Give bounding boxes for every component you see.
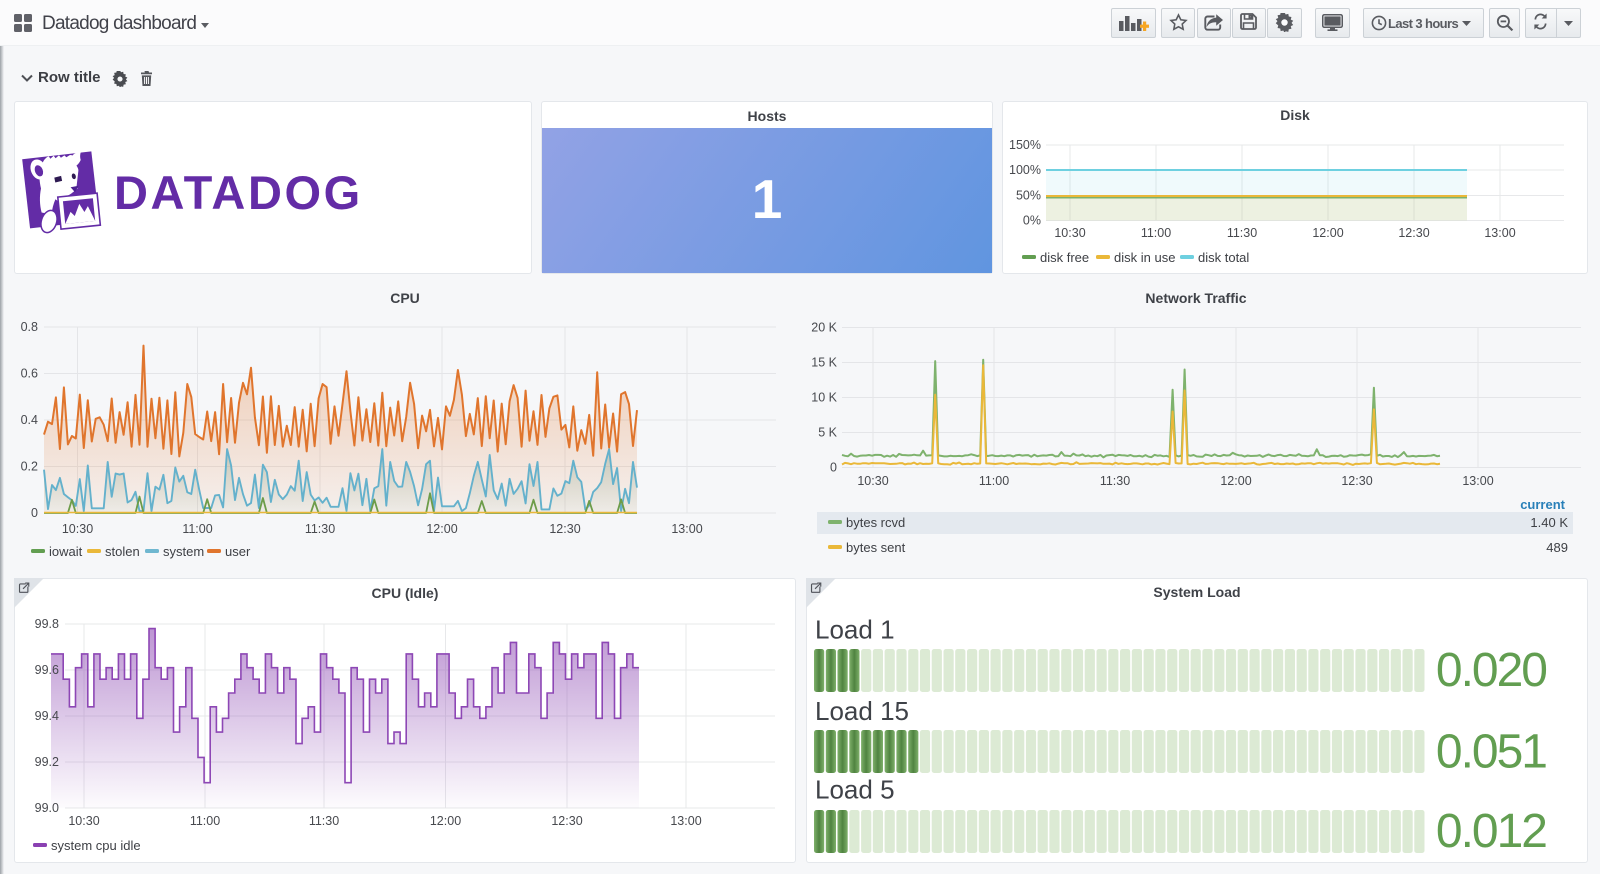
svg-text:disk total: disk total (1198, 250, 1249, 265)
svg-text:11:00: 11:00 (1141, 226, 1171, 240)
svg-text:12:00: 12:00 (1220, 474, 1251, 488)
svg-text:13:00: 13:00 (671, 522, 702, 536)
svg-text:0%: 0% (1023, 214, 1041, 228)
svg-text:user: user (225, 544, 251, 559)
svg-text:10:30: 10:30 (68, 814, 99, 828)
svg-text:Network Traffic: Network Traffic (1145, 290, 1246, 306)
svg-text:0.4: 0.4 (21, 413, 38, 427)
svg-text:99.6: 99.6 (35, 663, 59, 677)
svg-text:Load 5: Load 5 (815, 775, 895, 805)
svg-text:11:30: 11:30 (305, 522, 335, 536)
svg-text:150%: 150% (1009, 138, 1041, 152)
svg-text:current: current (1520, 497, 1565, 512)
svg-text:0.8: 0.8 (21, 320, 38, 334)
svg-text:10:30: 10:30 (62, 522, 93, 536)
svg-text:0.051: 0.051 (1436, 726, 1546, 779)
svg-text:10 K: 10 K (811, 391, 837, 405)
svg-text:20 K: 20 K (811, 321, 837, 335)
svg-text:11:00: 11:00 (182, 522, 212, 536)
svg-text:99.8: 99.8 (35, 617, 59, 631)
svg-text:CPU (Idle): CPU (Idle) (372, 585, 439, 601)
svg-text:12:00: 12:00 (1312, 226, 1343, 240)
svg-text:13:00: 13:00 (670, 814, 701, 828)
svg-text:stolen: stolen (105, 544, 140, 559)
svg-text:0.012: 0.012 (1436, 805, 1546, 858)
svg-text:11:30: 11:30 (309, 814, 339, 828)
svg-text:bytes sent: bytes sent (846, 540, 906, 555)
svg-text:10:30: 10:30 (1054, 226, 1085, 240)
svg-text:Load 1: Load 1 (815, 615, 895, 645)
svg-text:13:00: 13:00 (1462, 474, 1493, 488)
svg-text:bytes rcvd: bytes rcvd (846, 515, 905, 530)
svg-text:12:30: 12:30 (1398, 226, 1429, 240)
svg-text:CPU: CPU (390, 290, 420, 306)
svg-text:Load 15: Load 15 (815, 696, 909, 726)
svg-text:0.6: 0.6 (21, 367, 38, 381)
svg-text:12:30: 12:30 (551, 814, 582, 828)
svg-text:1.40 K: 1.40 K (1530, 515, 1568, 530)
svg-text:12:00: 12:00 (430, 814, 461, 828)
svg-text:99.0: 99.0 (35, 801, 59, 815)
svg-text:15 K: 15 K (811, 356, 837, 370)
svg-text:13:00: 13:00 (1484, 226, 1515, 240)
svg-text:Disk: Disk (1280, 107, 1310, 123)
svg-text:System Load: System Load (1153, 584, 1240, 600)
svg-text:disk free: disk free (1040, 250, 1089, 265)
svg-text:12:30: 12:30 (1341, 474, 1372, 488)
svg-text:11:30: 11:30 (1100, 474, 1130, 488)
svg-text:12:00: 12:00 (426, 522, 457, 536)
svg-text:disk in use: disk in use (1114, 250, 1175, 265)
svg-text:489: 489 (1546, 540, 1568, 555)
svg-text:0.020: 0.020 (1436, 644, 1546, 697)
svg-text:0: 0 (31, 506, 38, 520)
svg-text:system cpu idle: system cpu idle (51, 838, 141, 853)
svg-text:12:30: 12:30 (549, 522, 580, 536)
svg-text:iowait: iowait (49, 544, 83, 559)
svg-text:11:00: 11:00 (190, 814, 220, 828)
svg-text:DATADOG: DATADOG (114, 166, 363, 219)
svg-text:system: system (163, 544, 204, 559)
svg-text:99.4: 99.4 (35, 709, 59, 723)
svg-text:0: 0 (830, 461, 837, 475)
svg-text:99.2: 99.2 (35, 755, 59, 769)
svg-text:5 K: 5 K (818, 426, 837, 440)
svg-text:10:30: 10:30 (857, 474, 888, 488)
svg-text:0.2: 0.2 (21, 460, 38, 474)
svg-text:100%: 100% (1009, 163, 1041, 177)
svg-text:50%: 50% (1016, 189, 1041, 203)
svg-text:11:00: 11:00 (979, 474, 1009, 488)
svg-text:11:30: 11:30 (1227, 226, 1257, 240)
